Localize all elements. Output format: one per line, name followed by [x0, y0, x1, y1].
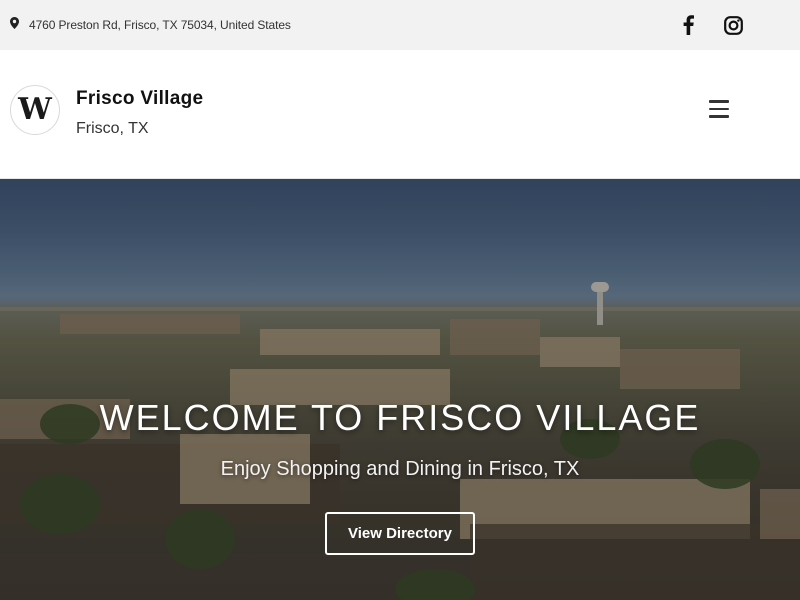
- site-header: W Frisco Village Frisco, TX: [0, 50, 800, 179]
- hero-banner: WELCOME TO FRISCO VILLAGE Enjoy Shopping…: [0, 179, 800, 600]
- site-subtitle: Frisco, TX: [76, 120, 149, 137]
- site-title[interactable]: Frisco Village: [76, 88, 203, 110]
- instagram-icon[interactable]: [718, 0, 748, 50]
- hero-title: WELCOME TO FRISCO VILLAGE: [99, 397, 701, 438]
- view-directory-button[interactable]: View Directory: [325, 512, 475, 555]
- logo-letter: W: [18, 92, 52, 127]
- map-pin-icon: [10, 16, 19, 34]
- top-info-bar: 4760 Preston Rd, Frisco, TX 75034, Unite…: [0, 0, 800, 50]
- hamburger-menu-icon[interactable]: [708, 100, 732, 122]
- site-logo[interactable]: W: [10, 85, 60, 135]
- hero-subtitle: Enjoy Shopping and Dining in Frisco, TX: [220, 458, 580, 480]
- address-text: 4760 Preston Rd, Frisco, TX 75034, Unite…: [29, 18, 291, 32]
- address-block: 4760 Preston Rd, Frisco, TX 75034, Unite…: [10, 0, 291, 50]
- facebook-icon[interactable]: [673, 0, 703, 50]
